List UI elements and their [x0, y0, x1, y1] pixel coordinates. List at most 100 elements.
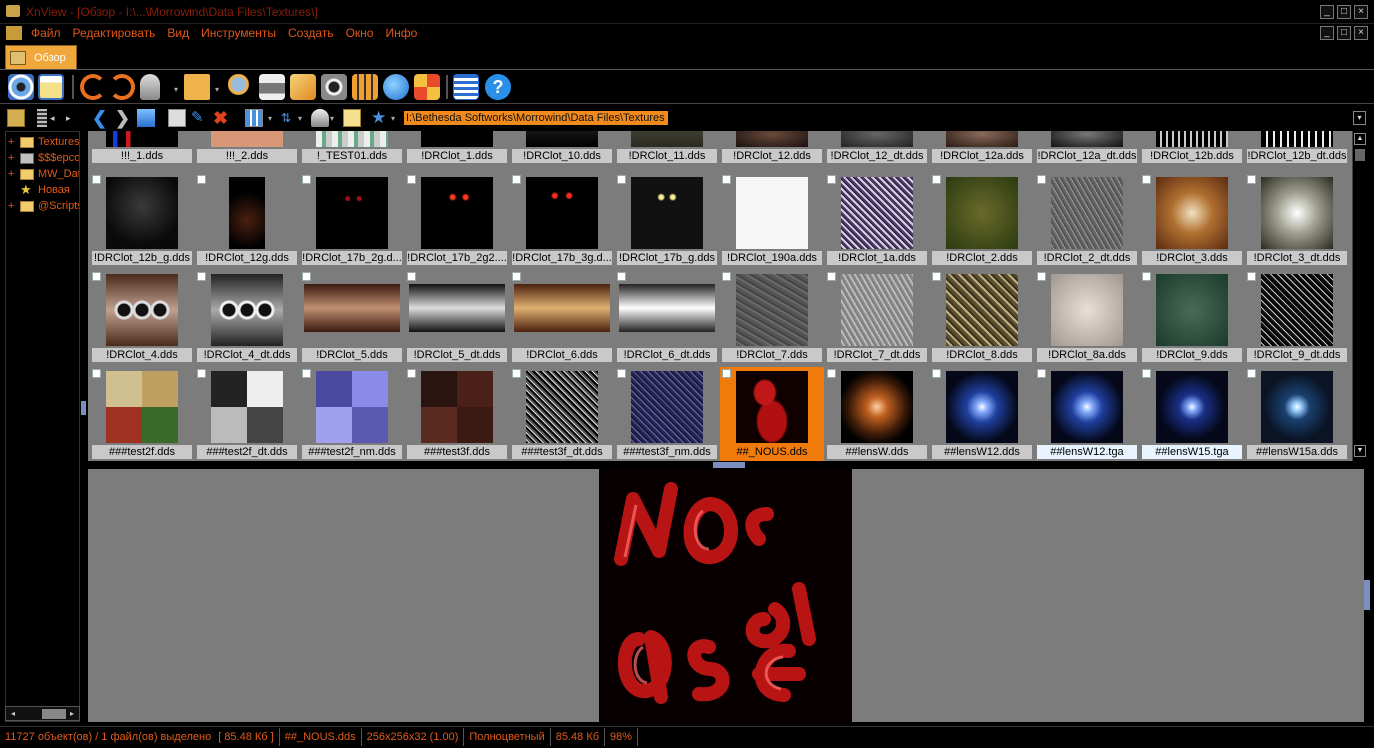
menu-tools[interactable]: Инструменты [201, 26, 282, 40]
select-checkbox[interactable] [197, 272, 206, 281]
thumbnail-item[interactable]: !DRClot_11.dds [615, 131, 719, 167]
thumbnail-item[interactable]: !DRClot_12b_dt.dds [1245, 131, 1349, 167]
delete-icon[interactable]: ✖ [213, 109, 231, 127]
select-checkbox[interactable] [302, 272, 311, 281]
scrollbar-thumb[interactable] [42, 709, 66, 719]
expand-icon[interactable]: + [8, 200, 20, 212]
favorites-dropdown-icon[interactable]: ▾ [391, 114, 395, 123]
select-checkbox[interactable] [512, 272, 521, 281]
notes-icon[interactable] [38, 74, 64, 100]
open-folder-icon[interactable] [184, 74, 210, 100]
select-checkbox[interactable] [617, 369, 626, 378]
menu-view[interactable]: Вид [167, 26, 195, 40]
eye-icon[interactable] [8, 74, 34, 100]
select-checkbox[interactable] [722, 175, 731, 184]
camera-icon[interactable] [321, 74, 347, 100]
scroll-up-icon[interactable]: ▲ [1354, 133, 1366, 145]
zoom-image-icon[interactable] [228, 74, 254, 100]
list-icon[interactable] [453, 74, 479, 100]
thumbnail-item[interactable]: !DRClot_12b.dds [1140, 131, 1244, 167]
thumbnail-item[interactable]: !!!_2.dds [195, 131, 299, 167]
menu-window[interactable]: Окно [346, 26, 380, 40]
horizontal-splitter[interactable] [88, 461, 1366, 469]
select-checkbox[interactable] [92, 175, 101, 184]
batch-icon[interactable] [343, 109, 361, 127]
tree-item-ersop[interactable]: + $$$ерсоп [8, 150, 79, 166]
select-checkbox[interactable] [1247, 272, 1256, 281]
select-checkbox[interactable] [617, 175, 626, 184]
scroll-right-icon[interactable]: ▸ [66, 708, 78, 720]
select-checkbox[interactable] [407, 175, 416, 184]
expand-icon[interactable]: + [8, 136, 20, 148]
close-button[interactable]: × [1354, 5, 1368, 19]
scroll-left-icon[interactable]: ◂ [7, 708, 19, 720]
thumbnail-item[interactable]: !_TEST01.dds [300, 131, 404, 167]
view-mode-dropdown-icon[interactable]: ▾ [268, 114, 272, 123]
menu-create[interactable]: Создать [288, 26, 340, 40]
doc-close-button[interactable]: × [1354, 26, 1368, 40]
thumbnail-vertical-scrollbar[interactable]: ▲ ▼ [1352, 131, 1366, 461]
thumbnail-item[interactable]: !DRClot_10.dds [510, 131, 614, 167]
preview-splitter-grip-icon[interactable] [1364, 580, 1370, 610]
select-checkbox[interactable] [512, 175, 521, 184]
back-icon[interactable]: ❮ [92, 109, 110, 127]
toggle-panel-icon[interactable] [37, 109, 47, 127]
thumbnail-item[interactable]: !DRClot_9.dds [1140, 270, 1244, 364]
help-icon[interactable]: ? [485, 74, 511, 100]
select-checkbox[interactable] [827, 272, 836, 281]
thumbnail-item[interactable]: !DRClot_12a_dt.dds [1035, 131, 1139, 167]
thumbnail-item[interactable]: !DRClot_12b_g.dds [90, 173, 194, 267]
filter-view-dropdown-icon[interactable]: ▾ [330, 114, 334, 123]
favorites-icon[interactable]: ★ [371, 109, 389, 127]
sort-icon[interactable]: ⇅ [281, 109, 299, 127]
address-bar[interactable]: I:\Bethesda Softworks\Morrowind\Data Fil… [404, 111, 668, 125]
tree-item-mw-data[interactable]: + MW_Data [8, 166, 79, 182]
thumbnail-item[interactable]: ##lensW12.tga [1035, 367, 1139, 461]
select-checkbox[interactable] [407, 272, 416, 281]
filter-dropdown-icon[interactable]: ▾ [174, 85, 178, 94]
splitter-grip-icon[interactable] [81, 401, 86, 415]
nav-right-small-icon[interactable]: ▸ [66, 109, 76, 127]
filmstrip-icon[interactable] [352, 74, 378, 100]
thumbnail-item[interactable]: !DRClot_4.dds [90, 270, 194, 364]
select-checkbox[interactable] [302, 175, 311, 184]
menu-info[interactable]: Инфо [385, 26, 423, 40]
select-checkbox[interactable] [617, 272, 626, 281]
select-checkbox[interactable] [1037, 175, 1046, 184]
filter-icon[interactable] [140, 74, 160, 100]
thumbnail-item[interactable]: !DRClot_12_dt.dds [825, 131, 929, 167]
mosaic-icon[interactable] [414, 74, 440, 100]
thumbnail-item[interactable]: ###test3f_dt.dds [510, 367, 614, 461]
filter-view-icon[interactable] [311, 109, 329, 127]
select-checkbox[interactable] [302, 369, 311, 378]
select-checkbox[interactable] [92, 369, 101, 378]
thumbnail-item[interactable]: !DRClot_3_dt.dds [1245, 173, 1349, 267]
thumbnail-item[interactable]: !DRClot_6_dt.dds [615, 270, 719, 364]
sort-dropdown-icon[interactable]: ▾ [298, 114, 302, 123]
thumbnail-item[interactable]: !DRClot_1.dds [405, 131, 509, 167]
thumbnail-item[interactable]: !DRClot_2.dds [930, 173, 1034, 267]
select-checkbox[interactable] [1142, 272, 1151, 281]
select-checkbox[interactable] [512, 369, 521, 378]
scroll-down-icon[interactable]: ▼ [1354, 445, 1366, 457]
select-checkbox[interactable] [932, 369, 941, 378]
select-checkbox[interactable] [1247, 175, 1256, 184]
doc-maximize-button[interactable]: □ [1337, 26, 1351, 40]
thumbnail-item[interactable]: !DRClot_7_dt.dds [825, 270, 929, 364]
select-checkbox[interactable] [932, 272, 941, 281]
thumbnail-item[interactable]: !DRClot_17b_3g.d... [510, 173, 614, 267]
select-checkbox[interactable] [1142, 369, 1151, 378]
thumbnail-item[interactable]: !DRClot_17b_2g2.... [405, 173, 509, 267]
doc-minimize-button[interactable]: _ [1320, 26, 1334, 40]
thumbnail-item[interactable]: ###test3f_nm.dds [615, 367, 719, 461]
convert-icon[interactable] [290, 74, 316, 100]
thumbnail-item[interactable]: !DRClot_12.dds [720, 131, 824, 167]
splitter-grip-icon[interactable] [713, 462, 745, 468]
thumbnail-item[interactable]: !DRClot_190a.dds [720, 173, 824, 267]
select-checkbox[interactable] [92, 272, 101, 281]
scrollbar-thumb[interactable] [1355, 149, 1365, 161]
thumbnail-item[interactable]: !DRClot_8a.dds [1035, 270, 1139, 364]
thumbnail-item[interactable]: ###test2f_nm.dds [300, 367, 404, 461]
tree-item-new[interactable]: ★ Новая [8, 182, 70, 198]
thumbnail-item[interactable]: !DRClot_4_dt.dds [195, 270, 299, 364]
